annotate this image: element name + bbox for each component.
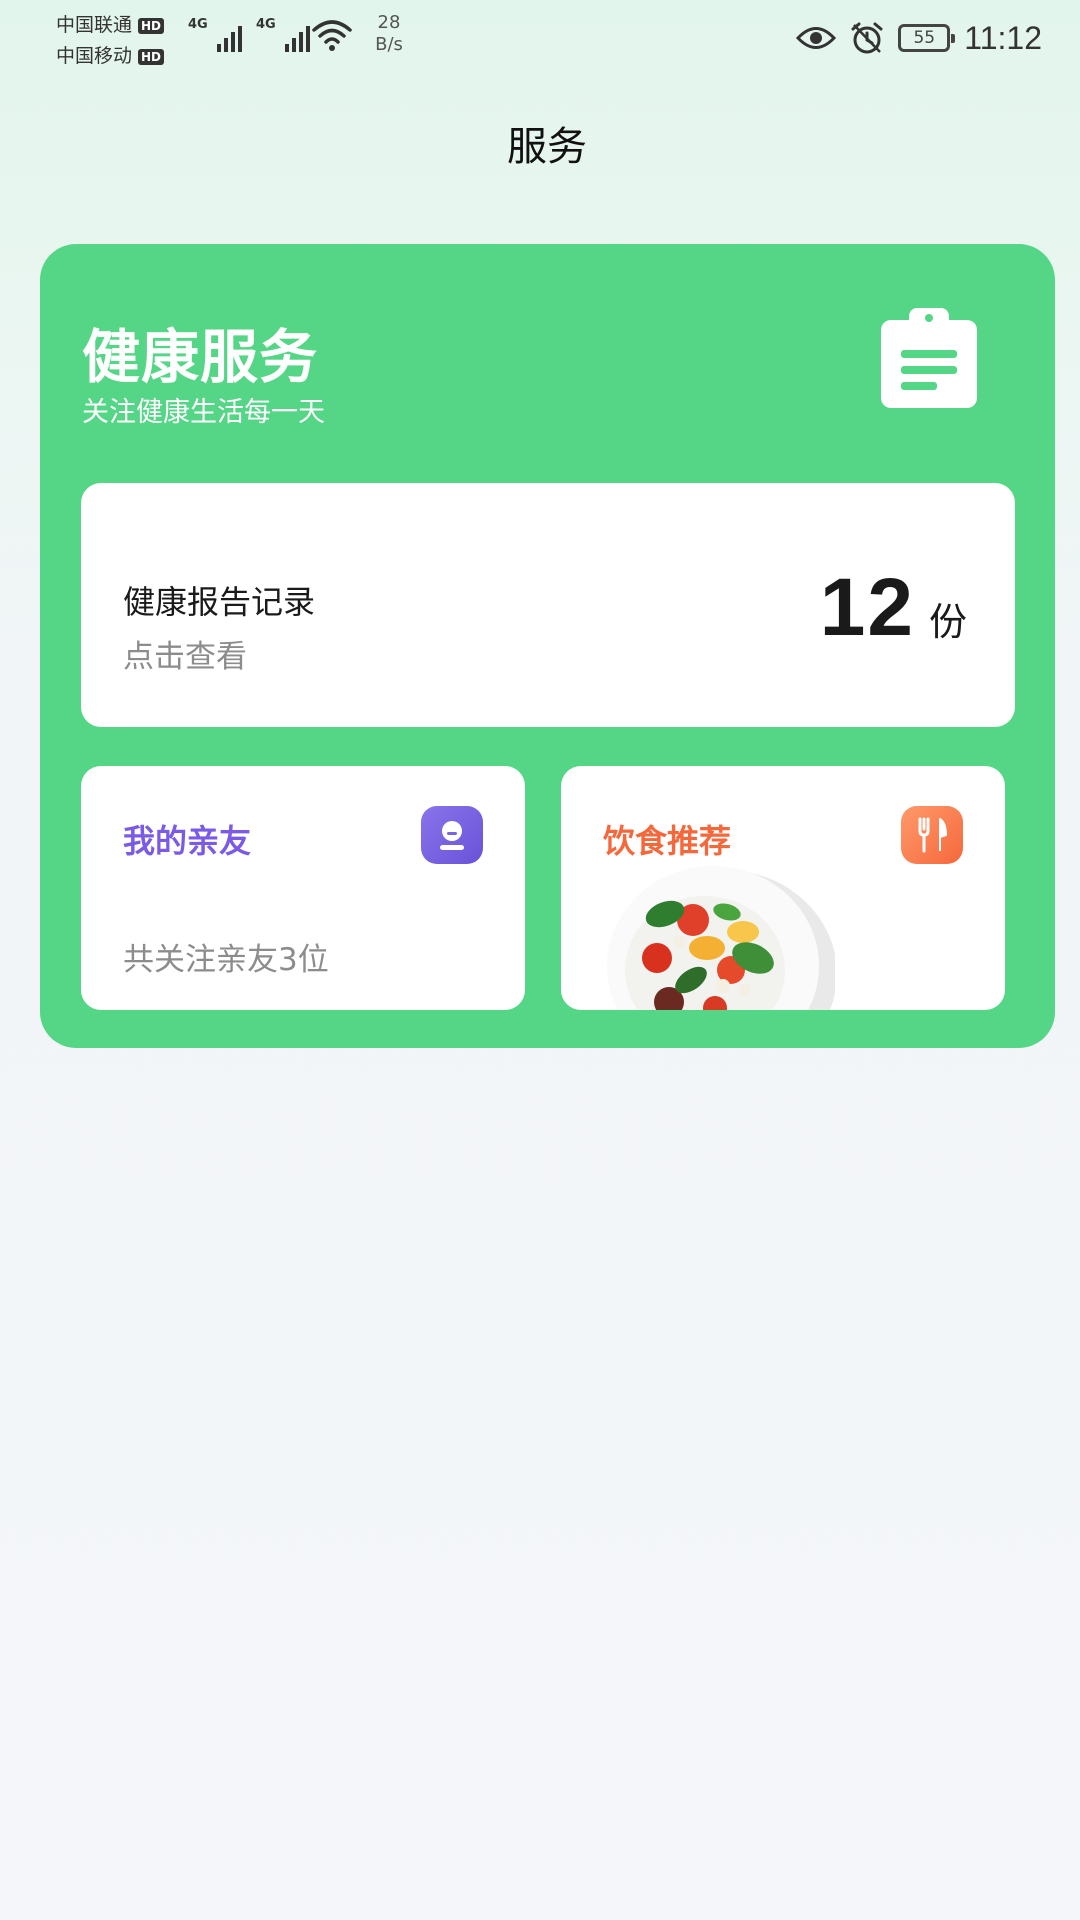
carrier-2-label: 中国移动 <box>56 45 133 67</box>
health-service-card: 健康服务 关注健康生活每一天 健康报告记录 点击查看 12 份 我的亲友 共关注… <box>40 244 1055 1048</box>
status-bar: 中国联通 HD 中国移动 HD 4G 4G 28 B/s 55 11:12 <box>0 0 1080 78</box>
friend-avatar-icon <box>421 806 483 864</box>
hd-badge: HD <box>138 48 165 65</box>
my-friends-card[interactable]: 我的亲友 共关注亲友3位 <box>81 766 525 1010</box>
report-count: 12 份 <box>820 561 967 655</box>
friends-title: 我的亲友 <box>123 822 252 860</box>
speed-value: 28 <box>377 12 401 33</box>
speed-unit: B/s <box>375 34 403 55</box>
battery-icon: 55 <box>898 24 956 52</box>
health-card-subtitle: 关注健康生活每一天 <box>82 397 325 428</box>
fork-spoon-icon <box>901 806 963 864</box>
status-icons: 55 11:12 <box>796 18 1042 58</box>
report-count-unit: 份 <box>928 600 967 644</box>
network-type-label: 4G <box>188 17 208 32</box>
network-type-label: 4G <box>256 17 276 32</box>
salad-bowl-image <box>607 866 835 1010</box>
clock: 11:12 <box>964 19 1042 56</box>
health-report-button[interactable]: 健康报告记录 点击查看 12 份 <box>81 483 1015 727</box>
diet-title: 饮食推荐 <box>603 822 732 860</box>
report-title: 健康报告记录 <box>123 583 316 621</box>
report-count-value: 12 <box>819 562 915 653</box>
signal-2-icon: 4G <box>256 18 310 52</box>
friends-description: 共关注亲友3位 <box>123 942 329 978</box>
carrier-info: 中国联通 HD 中国移动 HD <box>56 10 165 72</box>
network-speed: 28 B/s <box>366 12 412 56</box>
carrier-1-label: 中国联通 <box>56 14 133 36</box>
diet-recommendation-card[interactable]: 饮食推荐 <box>561 766 1005 1010</box>
health-card-title: 健康服务 <box>82 323 319 391</box>
signal-1-icon: 4G <box>188 18 242 52</box>
signal-indicators: 4G 4G <box>188 18 310 52</box>
page-title: 服务 <box>507 124 587 170</box>
alarm-icon <box>851 22 883 54</box>
wifi-icon <box>312 20 352 51</box>
eye-icon <box>796 27 837 49</box>
hd-badge: HD <box>138 17 165 34</box>
report-hint: 点击查看 <box>123 639 247 675</box>
battery-level: 55 <box>913 28 936 48</box>
clipboard-icon <box>881 308 977 408</box>
